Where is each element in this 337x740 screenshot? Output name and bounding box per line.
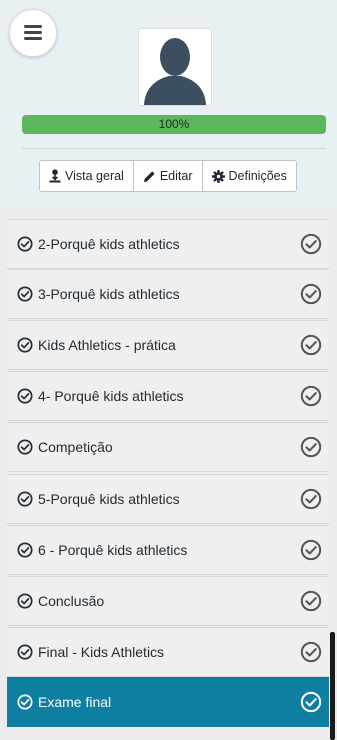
gear-icon	[211, 169, 225, 183]
check-circle-icon	[17, 593, 33, 609]
lesson-row[interactable]: 5-Porquê kids athletics	[7, 474, 329, 524]
lesson-row[interactable]: Kids Athletics - prática	[7, 320, 329, 370]
edit-button[interactable]: Editar	[134, 161, 203, 191]
check-circle-icon	[300, 233, 322, 255]
lesson-title: Exame final	[38, 694, 112, 710]
lesson-title: Final - Kids Athletics	[38, 644, 165, 660]
check-circle-icon	[300, 436, 322, 458]
check-circle-icon	[17, 236, 33, 252]
divider	[22, 148, 326, 149]
check-circle-icon	[17, 542, 33, 558]
check-circle-icon	[17, 694, 33, 710]
progress-bar: 100%	[22, 115, 326, 134]
edit-label: Editar	[159, 169, 193, 183]
check-circle-icon	[17, 286, 33, 302]
overview-button[interactable]: Vista geral	[40, 161, 134, 191]
lesson-row[interactable]: 4- Porquê kids athletics	[7, 371, 329, 421]
user-download-icon	[49, 169, 61, 183]
check-circle-icon	[17, 644, 33, 660]
check-circle-icon	[17, 388, 33, 404]
lesson-list: Porquê kids athletics2-Porquê kids athle…	[0, 184, 329, 740]
check-circle-icon	[300, 590, 322, 612]
check-circle-icon	[17, 439, 33, 455]
lesson-row[interactable]: Final - Kids Athletics	[7, 627, 329, 677]
lesson-title: Kids Athletics - prática	[38, 337, 176, 353]
check-circle-icon	[17, 337, 33, 353]
lesson-row[interactable]: 3-Porquê kids athletics	[7, 269, 329, 319]
lesson-title: 2-Porquê kids athletics	[38, 236, 180, 252]
check-circle-icon	[300, 283, 322, 305]
user-silhouette-icon	[144, 38, 206, 105]
check-circle-icon	[300, 488, 322, 510]
settings-button[interactable]: Definições	[203, 161, 296, 191]
avatar	[138, 28, 212, 106]
settings-label: Definições	[228, 169, 287, 183]
check-circle-icon	[300, 385, 322, 407]
progress-label: 100%	[158, 117, 190, 131]
lesson-row[interactable]: 2-Porquê kids athletics	[7, 219, 329, 269]
lesson-row[interactable]: Competição	[7, 422, 329, 472]
lesson-title: 5-Porquê kids athletics	[38, 491, 180, 507]
lesson-title: Conclusão	[38, 593, 105, 609]
menu-button[interactable]	[9, 9, 57, 57]
lesson-title: Competição	[38, 439, 113, 455]
lesson-title: 6 - Porquê kids athletics	[38, 542, 188, 558]
lesson-title: 4- Porquê kids athletics	[38, 388, 184, 404]
profile-header: 100% Vista geral Editar Definições	[0, 0, 337, 210]
profile-actions: Vista geral Editar Definições	[39, 160, 297, 192]
check-circle-icon	[300, 539, 322, 561]
lesson-row[interactable]: Conclusão	[7, 576, 329, 626]
check-circle-icon	[300, 334, 322, 356]
lesson-row[interactable]: Exame final	[7, 677, 329, 727]
lesson-row[interactable]: 6 - Porquê kids athletics	[7, 525, 329, 575]
check-circle-icon	[300, 641, 322, 663]
lesson-title: 3-Porquê kids athletics	[38, 286, 180, 302]
pencil-icon	[143, 170, 155, 182]
hamburger-icon	[24, 25, 42, 40]
overview-label: Vista geral	[65, 169, 124, 183]
scrollbar[interactable]	[330, 632, 335, 740]
check-circle-icon	[17, 491, 33, 507]
check-circle-icon	[300, 691, 322, 713]
